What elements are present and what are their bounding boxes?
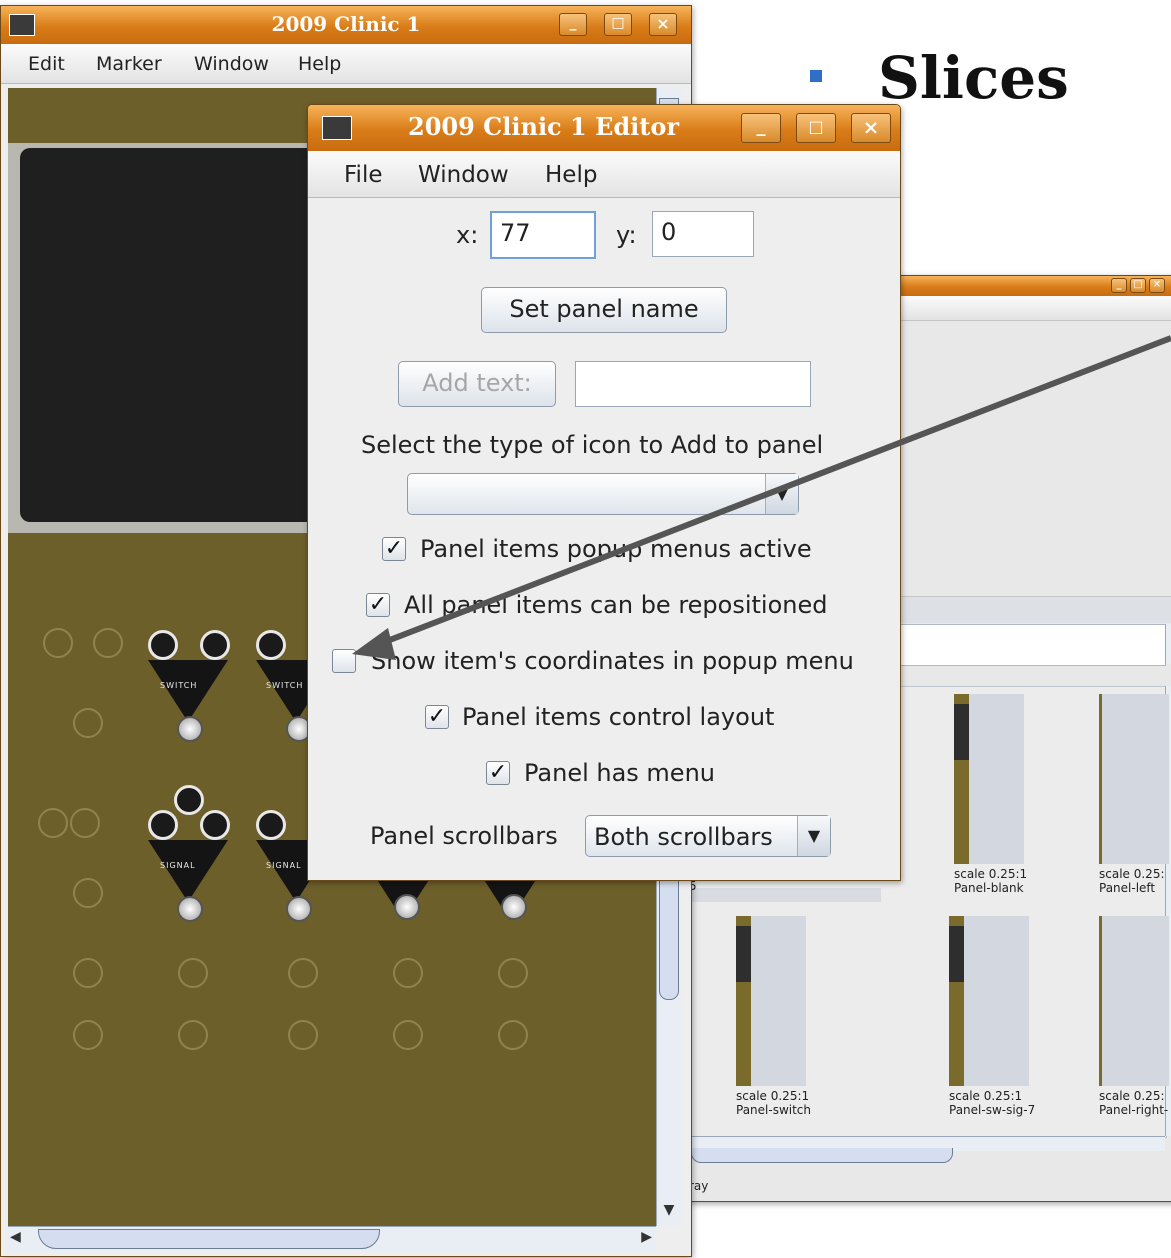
palette-row-shade — [681, 888, 881, 902]
set-panel-name-button[interactable]: Set panel name — [481, 287, 727, 333]
thumbnail-name: Panel-switch — [736, 1103, 812, 1117]
menu-help[interactable]: Help — [545, 162, 597, 188]
indicator-lamp[interactable] — [256, 810, 286, 840]
x-coordinate-input[interactable]: 77 — [490, 211, 596, 259]
signal-lamp[interactable] — [286, 896, 312, 922]
editor-menubar: File Window Help — [308, 151, 900, 198]
app-logo-icon — [322, 116, 352, 140]
checkbox-control-layout[interactable]: ✓ — [425, 705, 449, 729]
thumbnail-name: Panel-blank — [954, 881, 1024, 895]
thumbnail-name: Panel-left — [1099, 881, 1156, 895]
icon-type-label: Select the type of icon to Add to panel — [361, 431, 824, 459]
indicator-lamp[interactable] — [200, 630, 230, 660]
maximize-icon[interactable]: □ — [604, 13, 632, 36]
bullet-square-icon — [810, 70, 822, 82]
thumbnail-scale: scale 0.25:1 — [954, 867, 1028, 881]
editor-window: 2009 Clinic 1 Editor _ □ × File Window H… — [307, 104, 901, 881]
minimize-icon[interactable]: _ — [741, 113, 781, 143]
indicator-lamp[interactable] — [256, 630, 286, 660]
hscroll-thumb[interactable] — [38, 1229, 380, 1249]
panel-titlebar: 2009 Clinic 1 _ □ × — [1, 6, 691, 44]
scroll-down-icon[interactable]: ▼ — [657, 1202, 681, 1226]
repositioned-label: All panel items can be repositioned — [404, 591, 828, 619]
add-text-button[interactable]: Add text: — [398, 361, 556, 407]
plate-label: SWITCH — [266, 681, 304, 690]
signal-lamp[interactable] — [394, 894, 420, 920]
thumbnail-scale: scale 0.25:1 — [736, 1089, 810, 1103]
thumbnail-scale: scale 0.25: — [1099, 867, 1165, 881]
checkbox-popup-menus[interactable]: ✓ — [382, 537, 406, 561]
indicator-lamp[interactable] — [200, 810, 230, 840]
close-icon[interactable]: × — [851, 113, 891, 143]
thumbnail-scale: scale 0.25: — [1099, 1089, 1165, 1103]
control-layout-label: Panel items control layout — [462, 703, 775, 731]
plate-label: SWITCH — [160, 681, 198, 690]
minimize-icon[interactable]: _ — [559, 13, 587, 36]
thumbnail-name: Panel-right- — [1099, 1103, 1169, 1117]
show-coordinates-label: Show item's coordinates in popup menu — [371, 647, 854, 675]
indicator-lamp[interactable] — [148, 810, 178, 840]
indicator-lamp[interactable] — [174, 785, 204, 815]
menu-window[interactable]: Window — [194, 53, 269, 75]
y-label: y: — [616, 221, 637, 249]
scrollbars-value: Both scrollbars — [594, 823, 773, 851]
has-menu-label: Panel has menu — [524, 759, 715, 787]
menu-edit[interactable]: Edit — [28, 53, 65, 75]
checkbox-show-coordinates[interactable] — [332, 649, 356, 673]
palette-field-scroll[interactable] — [1165, 624, 1171, 664]
signal-lamp[interactable] — [177, 896, 203, 922]
editor-window-title: 2009 Clinic 1 Editor — [408, 112, 680, 141]
scrollbars-select[interactable]: Both scrollbars ▼ — [585, 815, 831, 857]
menu-file[interactable]: File — [344, 162, 383, 188]
editor-titlebar: 2009 Clinic 1 Editor _ □ × — [308, 105, 900, 151]
plate-label: SIGNAL — [160, 861, 196, 870]
signal-plate — [148, 840, 228, 902]
icon-type-select[interactable]: ▼ — [407, 473, 799, 515]
scroll-left-icon[interactable]: ◀ — [10, 1229, 21, 1245]
menu-help[interactable]: Help — [298, 53, 341, 75]
menu-marker[interactable]: Marker — [96, 53, 162, 75]
thumbnail-name: Panel-sw-sig-7 — [949, 1103, 1036, 1117]
y-coordinate-input[interactable]: 0 — [652, 211, 754, 257]
menu-window[interactable]: Window — [418, 162, 509, 188]
maximize-icon[interactable]: □ — [796, 113, 836, 143]
signal-lamp[interactable] — [501, 894, 527, 920]
close-icon[interactable]: × — [1149, 278, 1165, 293]
close-icon[interactable]: × — [649, 13, 677, 36]
add-text-input[interactable] — [575, 361, 811, 407]
indicator-lamp[interactable] — [148, 630, 178, 660]
chevron-down-icon[interactable]: ▼ — [765, 474, 798, 514]
slide-title: Slices — [878, 44, 1069, 112]
checkbox-repositioned[interactable]: ✓ — [366, 593, 390, 617]
palette-text-field[interactable] — [896, 624, 1166, 666]
switch-plate — [148, 660, 228, 722]
panel-menubar: Edit Marker Window Help — [1, 44, 691, 84]
scrollbars-label: Panel scrollbars — [370, 822, 558, 850]
thumbnail-scale: scale 0.25:1 — [949, 1089, 1023, 1103]
chevron-down-icon[interactable]: ▼ — [797, 816, 830, 856]
maximize-icon[interactable]: □ — [1130, 278, 1146, 293]
minimize-icon[interactable]: _ — [1111, 278, 1127, 293]
panel-hscroll[interactable]: ◀ ▶ — [8, 1226, 656, 1251]
hscroll-thumb[interactable] — [691, 1148, 953, 1163]
scroll-right-icon[interactable]: ▶ — [641, 1229, 652, 1245]
panel-window-title: 2009 Clinic 1 — [271, 12, 421, 36]
switch-lamp[interactable] — [177, 716, 203, 742]
plate-label: SIGNAL — [266, 861, 302, 870]
popup-menus-label: Panel items popup menus active — [420, 535, 812, 563]
x-label: x: — [456, 221, 479, 249]
checkbox-has-menu[interactable]: ✓ — [486, 761, 510, 785]
